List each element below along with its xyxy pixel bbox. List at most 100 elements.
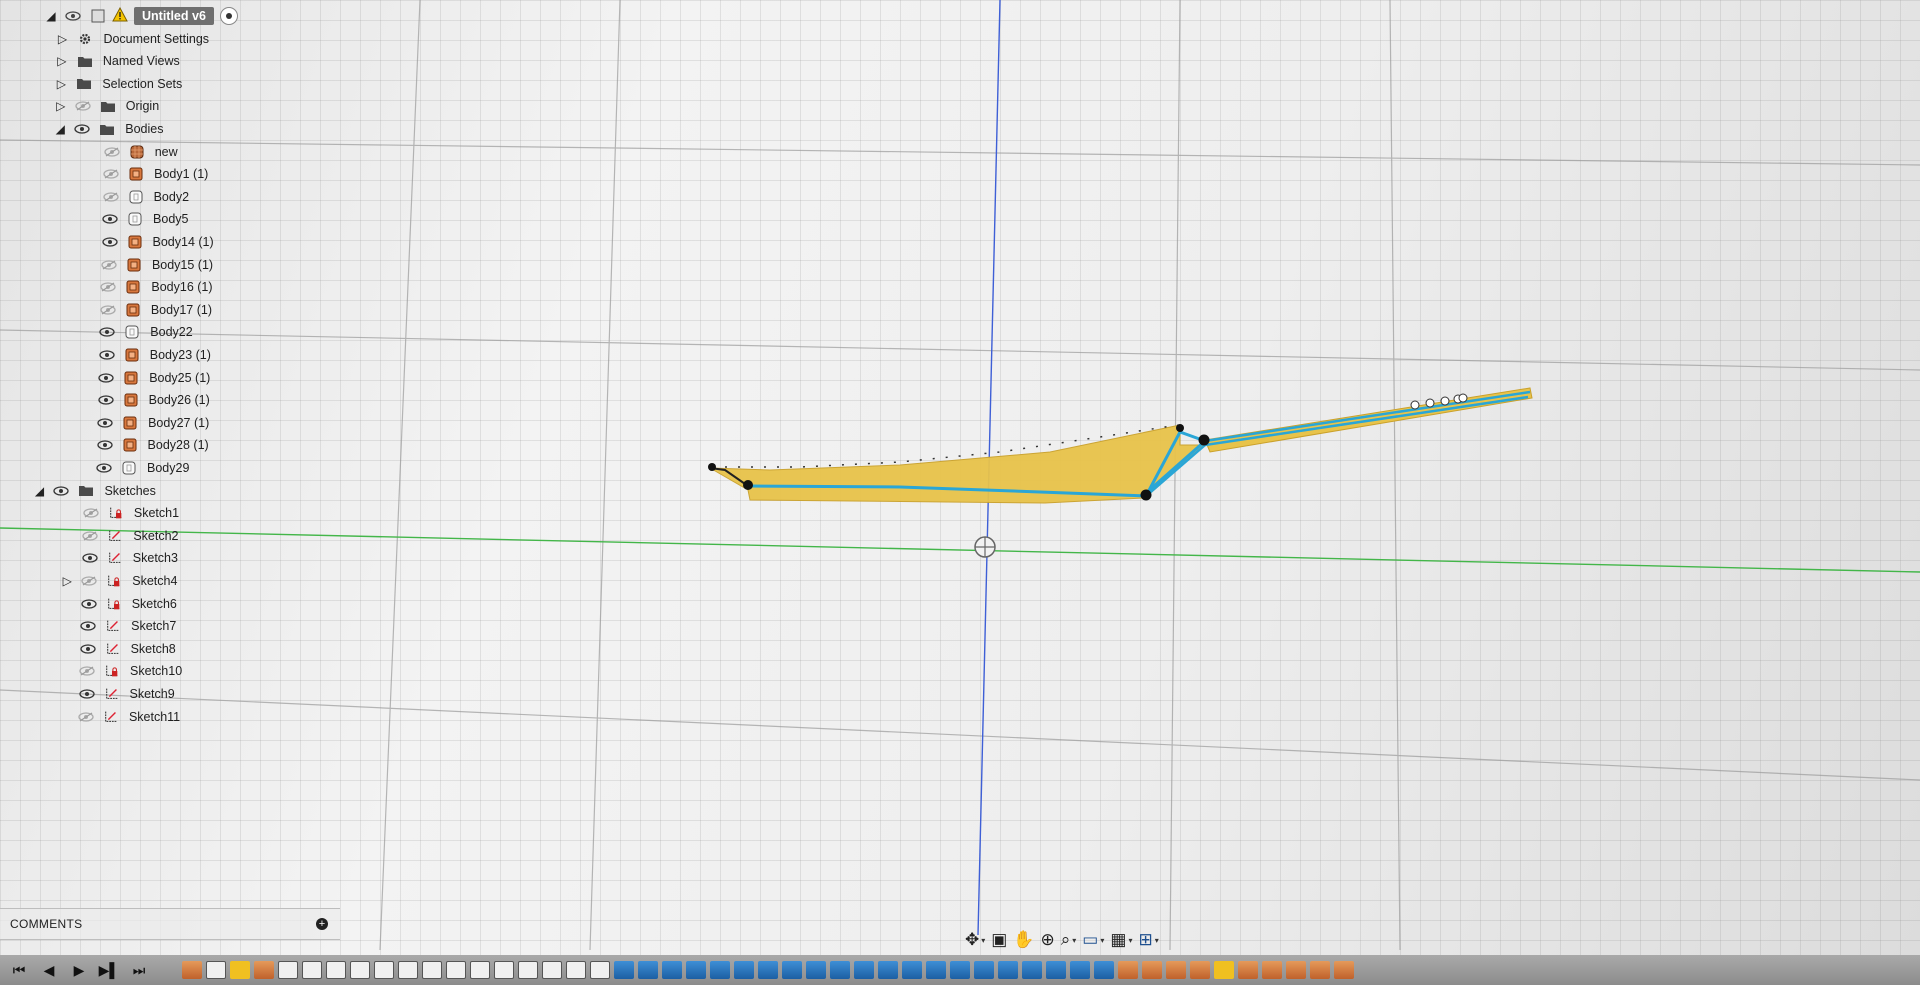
body-row[interactable]: Body5 — [81, 207, 189, 231]
eye-hidden-icon[interactable] — [80, 574, 98, 588]
timeline-feature-sketch[interactable] — [470, 961, 490, 979]
timeline-feature-ext[interactable] — [974, 961, 994, 979]
timeline-feature-body[interactable] — [1310, 961, 1330, 979]
timeline-feature-sketch[interactable] — [422, 961, 442, 979]
eye-icon[interactable] — [73, 122, 91, 136]
timeline-feature-ext[interactable] — [1022, 961, 1042, 979]
step-forward-icon[interactable]: ▶▌ — [98, 959, 120, 981]
timeline-feature-sketch[interactable] — [542, 961, 562, 979]
timeline-feature-body[interactable] — [1238, 961, 1258, 979]
timeline-feature-sketch[interactable] — [206, 961, 226, 979]
timeline-feature-ext[interactable] — [830, 961, 850, 979]
body-row[interactable]: Body23 (1) — [78, 343, 211, 367]
sketch-row[interactable]: Sketch3 — [61, 546, 178, 570]
timeline-feature-sketch[interactable] — [566, 961, 586, 979]
model-body[interactable] — [708, 387, 1533, 504]
eye-icon[interactable] — [98, 325, 116, 339]
body-row[interactable]: Body2 — [82, 185, 189, 209]
viewports-icon[interactable]: ⊞ ▾ — [1138, 930, 1158, 950]
eye-icon[interactable] — [97, 371, 115, 385]
timeline-feature-ext[interactable] — [902, 961, 922, 979]
body-row[interactable]: Body22 — [78, 320, 193, 344]
eye-hidden-icon[interactable] — [81, 529, 99, 543]
document-settings-folder-row[interactable]: ▷ Document Settings — [55, 27, 209, 51]
timeline-feature-sketch[interactable] — [326, 961, 346, 979]
expand-icon[interactable]: ▷ — [54, 77, 68, 91]
eye-icon[interactable] — [52, 484, 70, 498]
eye-icon[interactable] — [79, 619, 97, 633]
timeline-feature-ext[interactable] — [686, 961, 706, 979]
body-row[interactable]: Body14 (1) — [81, 230, 214, 254]
timeline-feature-body[interactable] — [254, 961, 274, 979]
eye-hidden-icon[interactable] — [102, 190, 120, 204]
activate-icon[interactable] — [219, 7, 238, 25]
body-row[interactable]: Body1 (1) — [82, 162, 208, 186]
step-back-icon[interactable]: ◀ — [38, 959, 60, 981]
timeline-feature-body[interactable] — [1166, 961, 1186, 979]
sketch-row[interactable]: Sketch9 — [58, 682, 175, 706]
eye-icon[interactable] — [96, 438, 114, 452]
expand-icon[interactable]: ▷ — [54, 99, 68, 113]
comments-panel[interactable]: COMMENTS + — [0, 908, 340, 940]
eye-hidden-icon[interactable] — [77, 710, 95, 724]
timeline-feature-sketch[interactable] — [518, 961, 538, 979]
collapse-icon[interactable]: ◢ — [32, 484, 46, 498]
eye-hidden-icon[interactable] — [100, 258, 118, 272]
eye-hidden-icon[interactable] — [74, 99, 92, 113]
eye-hidden-icon[interactable] — [99, 303, 117, 317]
timeline-feature-body[interactable] — [1118, 961, 1138, 979]
timeline-feature-gold[interactable] — [230, 961, 250, 979]
timeline-feature-body[interactable] — [1334, 961, 1354, 979]
origin-folder-row[interactable]: ▷ Origin — [54, 94, 159, 118]
timeline-feature-ext[interactable] — [1046, 961, 1066, 979]
sketch-row[interactable]: Sketch6 — [60, 592, 177, 616]
collapse-icon[interactable]: ◢ — [53, 122, 67, 136]
timeline-feature-body[interactable] — [182, 961, 202, 979]
timeline-feature-sketch[interactable] — [446, 961, 466, 979]
timeline-feature-ext[interactable] — [710, 961, 730, 979]
eye-hidden-icon[interactable] — [99, 280, 117, 294]
sketches-folder-row[interactable]: ◢ Sketches — [32, 479, 156, 503]
eye-icon[interactable] — [64, 9, 82, 23]
zoom-icon[interactable]: ⊕ — [1041, 930, 1055, 950]
body-row[interactable]: Body27 (1) — [76, 411, 209, 435]
timeline-feature-ext[interactable] — [998, 961, 1018, 979]
timeline-feature-sketch[interactable] — [398, 961, 418, 979]
timeline-feature-body[interactable] — [1142, 961, 1162, 979]
timeline-feature-ext[interactable] — [950, 961, 970, 979]
fit-icon[interactable]: ⌕ ▾ — [1061, 930, 1077, 950]
eye-icon[interactable] — [98, 348, 116, 362]
sketch-row[interactable]: Sketch11 — [57, 705, 180, 729]
body-row[interactable]: Body15 (1) — [80, 253, 213, 277]
timeline-feature-ext[interactable] — [926, 961, 946, 979]
eye-hidden-icon[interactable] — [82, 506, 100, 520]
sketch-row[interactable]: Sketch10 — [58, 659, 182, 683]
display-settings-icon[interactable]: ▭ ▾ — [1082, 930, 1104, 950]
look-at-icon[interactable]: ▣ — [991, 930, 1007, 950]
add-comment-icon[interactable]: + — [316, 918, 328, 930]
eye-hidden-icon[interactable] — [78, 664, 96, 678]
timeline-feature-body[interactable] — [1286, 961, 1306, 979]
timeline-feature-ext[interactable] — [662, 961, 682, 979]
body-row[interactable]: Body28 (1) — [76, 433, 209, 457]
timeline-feature-ext[interactable] — [1094, 961, 1114, 979]
sketch-row[interactable]: Sketch2 — [61, 524, 179, 548]
warning-icon[interactable] — [112, 6, 128, 25]
eye-hidden-icon[interactable] — [103, 145, 121, 159]
eye-icon[interactable] — [101, 235, 119, 249]
skip-to-start-icon[interactable]: ⏮ — [8, 959, 30, 981]
eye-icon[interactable] — [80, 597, 98, 611]
timeline-feature-ext[interactable] — [1070, 961, 1090, 979]
bodies-folder-row[interactable]: ◢ Bodies — [53, 117, 164, 141]
timeline-feature-sketch[interactable] — [590, 961, 610, 979]
timeline-feature-ext[interactable] — [614, 961, 634, 979]
timeline-feature-ext[interactable] — [878, 961, 898, 979]
eye-icon[interactable] — [81, 551, 99, 565]
skip-to-end-icon[interactable]: ⏭ — [128, 959, 150, 981]
timeline-feature-sketch[interactable] — [302, 961, 322, 979]
expand-icon[interactable]: ▷ — [60, 574, 74, 588]
timeline-feature-ext[interactable] — [854, 961, 874, 979]
sketch-row[interactable]: Sketch7 — [59, 614, 176, 638]
timeline-feature-sketch[interactable] — [350, 961, 370, 979]
timeline-feature-ext[interactable] — [806, 961, 826, 979]
